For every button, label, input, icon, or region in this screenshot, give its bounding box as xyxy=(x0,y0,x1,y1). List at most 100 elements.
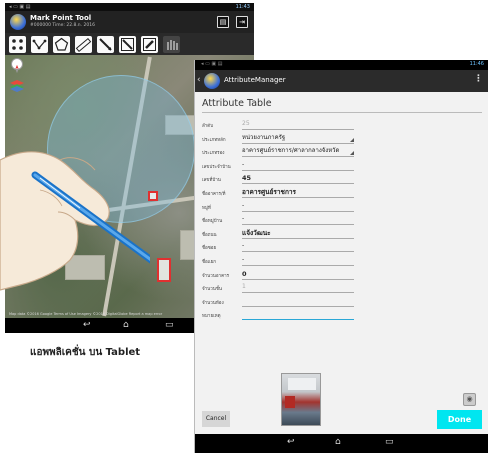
app-subtitle: #000000 Time: 22.8.n. 2016 xyxy=(30,23,95,28)
field-input[interactable]: - xyxy=(242,201,354,212)
gesture-tool-icon[interactable] xyxy=(163,36,180,53)
field-input[interactable]: แจ้งวัฒนะ xyxy=(242,228,354,239)
ruler-tool-icon[interactable] xyxy=(75,36,92,53)
form-row: จำนวนชั้น 1 xyxy=(202,281,357,294)
photo-sky xyxy=(288,378,316,390)
form-row: เลขที่บ้าน 45 xyxy=(202,172,357,185)
field-input[interactable]: - xyxy=(242,255,354,266)
field-label: ชื่อหมู่บ้าน xyxy=(202,219,223,225)
field-value: 1 xyxy=(242,283,246,291)
field-value: แจ้งวัฒนะ xyxy=(242,228,271,237)
field-value: หน่วยงานภาครัฐ xyxy=(242,133,286,141)
form-row: ชื่ออาคาร/ที่ อาคารศูนย์ราชการ xyxy=(202,186,357,199)
edit-line-tool-icon[interactable] xyxy=(97,36,114,53)
field-label: หมายเหตุ xyxy=(202,314,221,320)
field-input[interactable]: 1 xyxy=(242,282,354,294)
back-arrow-icon[interactable]: ‹ xyxy=(197,75,201,85)
field-label: จำนวนอาคาร xyxy=(202,273,230,279)
heading-divider xyxy=(202,112,482,113)
field-value: อาคารศูนย์ราชการ xyxy=(242,188,297,196)
camera-icon[interactable]: ◉ xyxy=(463,393,476,406)
field-label: ประเภทรอง xyxy=(202,151,225,157)
layers-icon[interactable] xyxy=(10,77,24,92)
building-photo[interactable] xyxy=(281,373,321,426)
polygon-tool-icon[interactable] xyxy=(53,36,70,53)
field-value: - xyxy=(242,215,245,223)
done-button[interactable]: Done xyxy=(437,410,482,429)
status-time: 11:43 xyxy=(235,4,250,10)
field-value: - xyxy=(242,201,245,209)
field-input[interactable]: 45 xyxy=(242,173,354,185)
field-label: หมู่ที่ xyxy=(202,205,211,211)
tablet-caption: แอพพลิเคชั่น บน Tablet xyxy=(30,347,141,358)
line-tool-icon[interactable] xyxy=(31,36,48,53)
field-label: ชื่อซอย xyxy=(202,246,217,252)
field-value: อาคารศูนย์ราชการ/ศาลากลางจังหวัด xyxy=(242,147,340,155)
app-logo-icon xyxy=(10,14,26,30)
field-input[interactable]: 25 xyxy=(242,119,354,130)
field-input[interactable] xyxy=(242,296,354,307)
form-row: หมู่ที่ - xyxy=(202,200,357,213)
field-label: จำนวนชั้น xyxy=(202,287,222,293)
page-title: Attribute Table xyxy=(202,98,272,109)
form-row: หมายเหตุ xyxy=(202,308,357,321)
field-label: เลขที่บ้าน xyxy=(202,178,221,184)
field-dropdown[interactable]: อาคารศูนย์ราชการ/ศาลากลางจังหวัด xyxy=(242,146,354,158)
status-time: 11:46 xyxy=(469,61,484,67)
field-label: จำนวนห้อง xyxy=(202,300,224,306)
recent-apps-icon[interactable]: ▭ xyxy=(385,437,394,448)
form-row: เลขประจำบ้าน - xyxy=(202,159,357,172)
form-row: ชื่อแยก - xyxy=(202,254,357,267)
field-value: 45 xyxy=(242,174,252,183)
action-bar: ‹ AttributeManager ⋮ xyxy=(195,70,488,92)
field-label: ชื่อถนน xyxy=(202,232,217,238)
form-row: ประเภทหลัก หน่วยงานภาครัฐ xyxy=(202,132,357,145)
field-value: - xyxy=(242,256,245,263)
field-label: ชื่อแยก xyxy=(202,260,217,265)
form-row: ลำดับ 25 xyxy=(202,118,357,131)
erase-tool-icon[interactable] xyxy=(141,36,158,53)
status-bar: ◂ ▭ ▣ ▤ 11:46 xyxy=(195,60,488,70)
dropdown-arrow-icon xyxy=(350,137,354,142)
photo-sign xyxy=(285,396,295,408)
field-input[interactable]: อาคารศูนย์ราชการ xyxy=(242,187,354,198)
title-bar: Mark Point Tool #000000 Time: 22.8.n. 20… xyxy=(5,11,254,33)
field-input[interactable]: 0 xyxy=(242,269,354,280)
hand-with-stylus xyxy=(0,151,150,291)
field-input[interactable]: - xyxy=(242,241,354,253)
field-label: เลขประจำบ้าน xyxy=(202,164,231,170)
field-input[interactable]: - xyxy=(242,214,354,226)
field-label: ประเภทหลัก xyxy=(202,137,226,143)
field-value: - xyxy=(242,242,245,250)
field-value: - xyxy=(242,160,245,168)
recent-apps-icon[interactable]: ▭ xyxy=(165,320,174,331)
attribute-table-button[interactable]: ▤ xyxy=(217,16,229,28)
field-input[interactable] xyxy=(242,309,354,321)
form-row: ชื่อหมู่บ้าน - xyxy=(202,213,357,226)
back-icon[interactable]: ↩ xyxy=(287,437,295,448)
home-icon[interactable]: ⌂ xyxy=(123,320,129,331)
form-row: ชื่อซอย - xyxy=(202,240,357,253)
overflow-menu-icon[interactable]: ⋮ xyxy=(474,74,483,84)
field-value: 25 xyxy=(242,120,250,127)
point-tool-icon[interactable] xyxy=(9,36,26,53)
status-icons: ◂ ▭ ▣ ▤ xyxy=(9,4,31,10)
app-logo-icon xyxy=(204,73,220,89)
nav-bar: ↩ ⌂ ▭ xyxy=(195,434,488,453)
field-dropdown[interactable]: หน่วยงานภาครัฐ xyxy=(242,133,354,144)
form-row: ประเภทรอง อาคารศูนย์ราชการ/ศาลากลางจังหวั… xyxy=(202,145,357,158)
home-icon[interactable]: ⌂ xyxy=(335,437,341,448)
form-row: ชื่อถนน แจ้งวัฒนะ xyxy=(202,227,357,240)
field-label: ชื่ออาคาร/ที่ xyxy=(202,192,226,197)
app-title: AttributeManager xyxy=(224,76,286,84)
back-icon[interactable]: ↩ xyxy=(83,320,91,331)
edit-polygon-tool-icon[interactable] xyxy=(119,36,136,53)
app-title: Mark Point Tool xyxy=(30,14,92,22)
selected-building-outline[interactable] xyxy=(157,258,171,282)
status-bar: ◂ ▭ ▣ ▤ 11:43 xyxy=(5,3,254,11)
compass-icon[interactable] xyxy=(11,58,23,74)
attribute-tablet-screen: ◂ ▭ ▣ ▤ 11:46 ‹ AttributeManager ⋮ Attri… xyxy=(194,60,488,453)
cancel-button[interactable]: Cancel xyxy=(202,411,230,427)
field-input[interactable]: - xyxy=(242,160,354,171)
exit-button[interactable]: ⇥ xyxy=(236,16,248,28)
